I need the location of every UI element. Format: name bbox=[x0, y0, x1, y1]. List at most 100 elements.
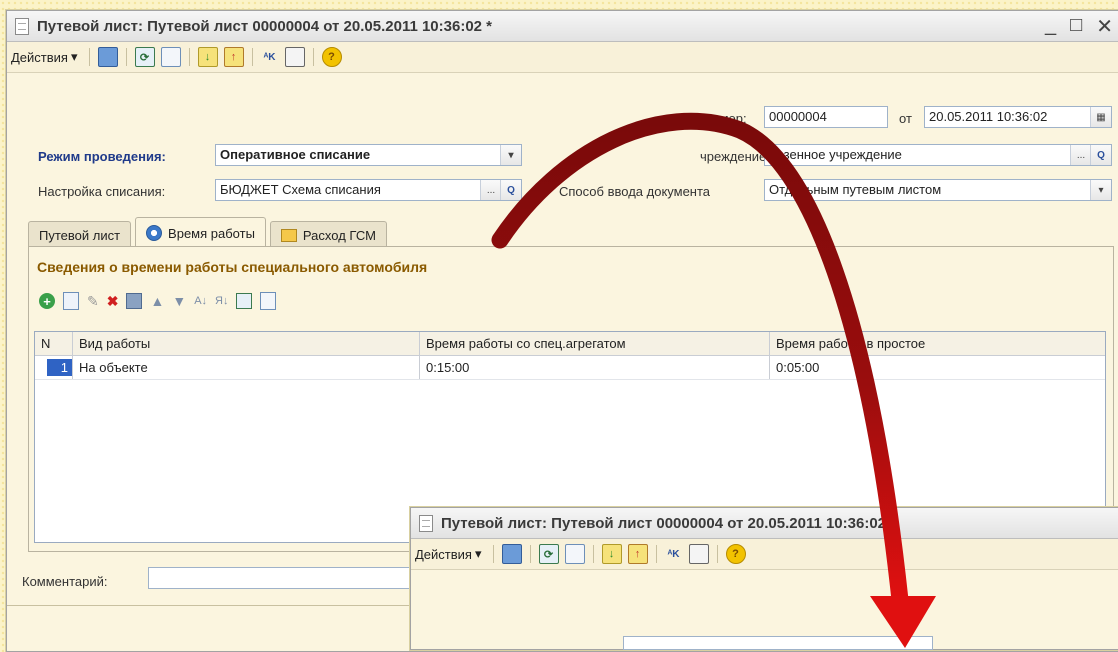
actions-label: Действия bbox=[11, 49, 68, 65]
grid-toolbar: + ✎ ✖ ▲ ▼ A↓ Я↓ bbox=[39, 292, 277, 310]
help-icon[interactable]: ? bbox=[725, 544, 746, 564]
date-value: 20.05.2011 10:36:02 bbox=[929, 109, 1048, 124]
end-edit-icon[interactable] bbox=[126, 293, 143, 309]
clock-icon bbox=[146, 225, 163, 241]
table-row[interactable]: 1 На объекте 0:15:00 0:05:00 bbox=[35, 356, 1105, 380]
load-icon[interactable]: ↓ bbox=[197, 47, 218, 67]
row-number: 1 bbox=[46, 359, 72, 376]
move-up-icon[interactable]: ▲ bbox=[150, 293, 164, 309]
copy-icon[interactable] bbox=[160, 47, 181, 67]
report-icon[interactable] bbox=[284, 47, 305, 67]
table-icon bbox=[280, 228, 297, 242]
sort-asc-icon[interactable]: A↓ bbox=[194, 295, 207, 307]
toolbar: Действия ▾ ⟳ ↓ ↑ ᴬK ? bbox=[7, 42, 1118, 73]
column-header[interactable]: Вид работы bbox=[73, 332, 420, 355]
post-icon[interactable]: ⟳ bbox=[134, 47, 155, 67]
toolbar-separator bbox=[188, 48, 190, 66]
second-window-titlebar: Путевой лист: Путевой лист 00000004 от 2… bbox=[411, 508, 1118, 539]
toolbar-separator bbox=[529, 545, 531, 563]
work-type-cell[interactable]: На объекте bbox=[73, 356, 420, 379]
copy-row-icon[interactable] bbox=[63, 292, 79, 310]
actions-menu[interactable]: Действия ▾ bbox=[415, 546, 482, 562]
chevron-down-icon: ▾ bbox=[474, 546, 482, 561]
second-toolbar: Действия ▾ ⟳ ↓ ↑ ᴬK ? bbox=[411, 539, 1118, 570]
idle-time-cell[interactable]: 0:05:00 bbox=[770, 356, 1105, 379]
select-ellipsis-button[interactable]: ... bbox=[1070, 145, 1091, 165]
select-ellipsis-button[interactable]: ... bbox=[480, 180, 501, 200]
copy-icon[interactable] bbox=[564, 544, 585, 564]
mode-value: Оперативное списание bbox=[220, 147, 371, 162]
writeoff-field[interactable]: БЮДЖЕТ Схема списания ... Q bbox=[215, 179, 522, 201]
report-icon[interactable] bbox=[688, 544, 709, 564]
toolbar-separator bbox=[125, 48, 127, 66]
pick-icon[interactable] bbox=[260, 292, 277, 310]
toolbar-separator bbox=[655, 545, 657, 563]
actions-menu[interactable]: Действия ▾ bbox=[11, 49, 78, 65]
institution-label: чреждение: bbox=[700, 149, 770, 164]
column-header[interactable]: N bbox=[35, 332, 73, 355]
comment-field[interactable] bbox=[148, 567, 418, 589]
close-button[interactable]: ✕ bbox=[1096, 14, 1113, 39]
toolbar-separator bbox=[312, 48, 314, 66]
sort-desc-icon[interactable]: Я↓ bbox=[215, 295, 228, 307]
window-titlebar: Путевой лист: Путевой лист 00000004 от 2… bbox=[7, 11, 1118, 42]
tab-fuel[interactable]: Расход ГСМ bbox=[269, 221, 387, 248]
input-method-value: Отдельным путевым листом bbox=[769, 182, 942, 197]
row-number-cell[interactable]: 1 bbox=[35, 356, 73, 379]
move-down-icon[interactable]: ▼ bbox=[172, 293, 186, 309]
save-icon[interactable] bbox=[501, 544, 522, 564]
help-icon[interactable]: ? bbox=[321, 47, 342, 67]
edit-icon[interactable]: ✎ bbox=[87, 293, 99, 310]
load-icon[interactable]: ↓ bbox=[601, 544, 622, 564]
delete-icon[interactable]: ✖ bbox=[107, 293, 119, 310]
post-icon[interactable]: ⟳ bbox=[538, 544, 559, 564]
number-label: Номер: bbox=[703, 111, 747, 126]
minimize-button[interactable]: _ bbox=[1045, 14, 1056, 39]
number-field[interactable]: 00000004 bbox=[764, 106, 888, 128]
footer-divider bbox=[7, 605, 417, 606]
table-header: N Вид работы Время работы со спец.агрега… bbox=[35, 332, 1105, 356]
column-header[interactable]: Время работы в простое bbox=[770, 332, 1105, 355]
date-field[interactable]: 20.05.2011 10:36:02 ▦ bbox=[924, 106, 1112, 128]
dt-kt-icon[interactable]: ᴬK bbox=[261, 48, 279, 66]
special-time-cell[interactable]: 0:15:00 bbox=[420, 356, 770, 379]
tab-label: Расход ГСМ bbox=[302, 227, 376, 243]
window-title: Путевой лист: Путевой лист 00000004 от 2… bbox=[37, 17, 493, 35]
mode-select[interactable]: Оперативное списание ▾ bbox=[215, 144, 522, 166]
toolbar-separator bbox=[492, 545, 494, 563]
date-label: от bbox=[899, 111, 912, 126]
toolbar-separator bbox=[88, 48, 90, 66]
input-method-select[interactable]: Отдельным путевым листом ▾ bbox=[764, 179, 1112, 201]
toolbar-separator bbox=[592, 545, 594, 563]
save-icon[interactable] bbox=[97, 47, 118, 67]
actions-label: Действия bbox=[415, 546, 472, 562]
maximize-button[interactable]: □ bbox=[1070, 14, 1082, 39]
tab-work-time[interactable]: Время работы bbox=[135, 217, 266, 248]
tab-bar: Путевой лист Время работы Расход ГСМ bbox=[28, 217, 387, 248]
input-method-label: Способ ввода документа bbox=[559, 184, 711, 199]
tab-waybill[interactable]: Путевой лист bbox=[28, 221, 132, 248]
second-window-title: Путевой лист: Путевой лист 00000004 от 2… bbox=[441, 514, 897, 532]
mode-label: Режим проведения: bbox=[38, 149, 166, 164]
dt-kt-icon[interactable]: ᴬK bbox=[665, 545, 683, 563]
tab-label: Путевой лист bbox=[39, 227, 121, 243]
search-icon[interactable]: Q bbox=[500, 180, 521, 200]
chevron-down-icon: ▾ bbox=[70, 49, 78, 64]
section-title: Сведения о времени работы специального а… bbox=[37, 259, 428, 275]
comment-label: Комментарий: bbox=[22, 574, 108, 589]
dropdown-icon[interactable]: ▾ bbox=[1090, 180, 1111, 200]
column-header[interactable]: Время работы со спец.агрегатом bbox=[420, 332, 770, 355]
add-row-icon[interactable]: + bbox=[39, 293, 55, 309]
toolbar-separator bbox=[251, 48, 253, 66]
dropdown-icon[interactable]: ▾ bbox=[500, 145, 521, 165]
institution-value: Казенное учреждение bbox=[769, 147, 902, 162]
toolbar-separator bbox=[716, 545, 718, 563]
document-icon bbox=[15, 17, 29, 35]
writeoff-label: Настройка списания: bbox=[38, 184, 166, 199]
search-icon[interactable]: Q bbox=[1090, 145, 1111, 165]
fill-icon[interactable] bbox=[236, 293, 253, 309]
institution-field[interactable]: Казенное учреждение ... Q bbox=[764, 144, 1112, 166]
unload-icon[interactable]: ↑ bbox=[627, 544, 648, 564]
calendar-icon[interactable]: ▦ bbox=[1090, 107, 1111, 127]
unload-icon[interactable]: ↑ bbox=[223, 47, 244, 67]
